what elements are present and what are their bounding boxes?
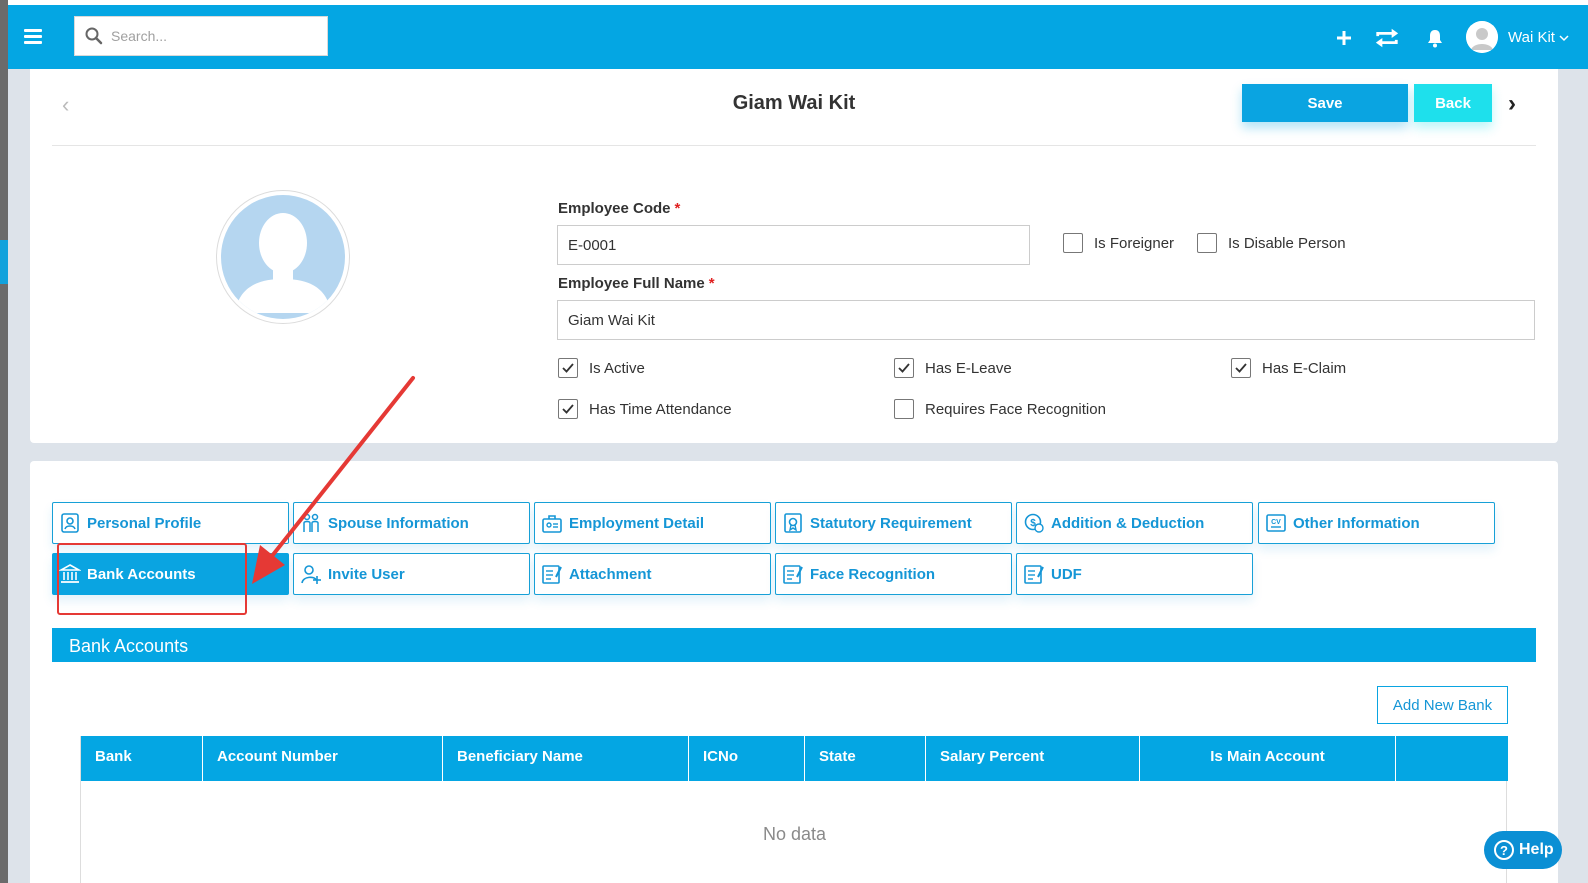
coin-icon: $	[1023, 512, 1045, 534]
document-icon	[782, 563, 804, 585]
search-input[interactable]	[111, 28, 311, 44]
search-box[interactable]	[74, 16, 328, 56]
top-bar: Wai Kit	[8, 5, 1588, 69]
header-divider	[52, 145, 1536, 146]
employee-photo[interactable]	[216, 190, 350, 324]
is-active-checkbox[interactable]: Is Active	[558, 358, 645, 378]
check-icon	[898, 363, 910, 373]
cv-icon: CV	[1265, 512, 1287, 534]
has-time-attendance-checkbox[interactable]: Has Time Attendance	[558, 399, 732, 419]
bank-accounts-table: Bank Account Number Beneficiary Name ICN…	[80, 736, 1508, 883]
tab-spouse-information[interactable]: Spouse Information	[293, 502, 530, 544]
search-icon	[85, 27, 103, 45]
back-button[interactable]: Back	[1414, 84, 1492, 122]
tab-employment-detail[interactable]: Employment Detail	[534, 502, 771, 544]
tab-invite-user[interactable]: Invite User	[293, 553, 530, 595]
tab-addition-deduction[interactable]: $ Addition & Deduction	[1016, 502, 1253, 544]
employee-name-field[interactable]	[557, 300, 1535, 340]
column-header-salary-percent[interactable]: Salary Percent	[926, 736, 1140, 781]
checkbox-box[interactable]	[1197, 233, 1217, 253]
checkbox-box[interactable]	[894, 399, 914, 419]
column-header-account-number[interactable]: Account Number	[203, 736, 443, 781]
tab-other-information[interactable]: CV Other Information	[1258, 502, 1495, 544]
column-header-is-main-account[interactable]: Is Main Account	[1140, 736, 1396, 781]
table-header: Bank Account Number Beneficiary Name ICN…	[81, 736, 1508, 781]
tab-personal-profile[interactable]: Personal Profile	[52, 502, 289, 544]
left-edge-strip	[0, 0, 8, 883]
has-e-claim-checkbox[interactable]: Has E-Claim	[1231, 358, 1346, 378]
employee-name-label: Employee Full Name *	[558, 275, 715, 292]
empty-table-message: No data	[762, 824, 827, 844]
help-label: Help	[1519, 841, 1554, 858]
check-icon	[562, 404, 574, 414]
certificate-icon	[782, 512, 804, 534]
checkbox-box[interactable]	[1063, 233, 1083, 253]
checkbox-box[interactable]	[558, 399, 578, 419]
sync-icon[interactable]	[1374, 25, 1400, 51]
column-header-beneficiary-name[interactable]: Beneficiary Name	[443, 736, 689, 781]
menu-icon[interactable]	[24, 29, 42, 45]
tab-udf[interactable]: UDF	[1016, 553, 1253, 595]
save-button[interactable]: Save	[1242, 84, 1408, 122]
tab-attachment[interactable]: Attachment	[534, 553, 771, 595]
check-icon	[1235, 363, 1247, 373]
check-icon	[562, 363, 574, 373]
is-disable-person-checkbox[interactable]: Is Disable Person	[1197, 233, 1346, 253]
checkbox-box[interactable]	[558, 358, 578, 378]
user-menu[interactable]: Wai Kit	[1508, 29, 1569, 46]
tab-face-recognition[interactable]: Face Recognition	[775, 553, 1012, 595]
required-mark: *	[708, 275, 715, 292]
has-e-leave-checkbox[interactable]: Has E-Leave	[894, 358, 1012, 378]
tab-bank-accounts[interactable]: Bank Accounts	[52, 553, 289, 595]
tab-statutory-requirement[interactable]: Statutory Requirement	[775, 502, 1012, 544]
employee-code-label: Employee Code *	[558, 200, 681, 217]
left-edge-accent	[0, 240, 8, 284]
checkbox-box[interactable]	[1231, 358, 1251, 378]
document-icon	[1023, 563, 1045, 585]
next-record-icon[interactable]: ›	[1508, 90, 1516, 118]
column-header-state[interactable]: State	[805, 736, 926, 781]
bank-icon	[59, 563, 81, 585]
plus-icon[interactable]	[1331, 25, 1357, 51]
profile-icon	[59, 512, 81, 534]
employee-code-field[interactable]	[557, 225, 1030, 265]
required-mark: *	[674, 200, 681, 217]
chevron-down-icon	[1559, 35, 1569, 42]
help-button[interactable]: ? Help	[1484, 831, 1562, 869]
document-icon	[541, 563, 563, 585]
column-header-icno[interactable]: ICNo	[689, 736, 805, 781]
is-foreigner-checkbox[interactable]: Is Foreigner	[1063, 233, 1174, 253]
person-placeholder-icon	[235, 213, 331, 313]
family-icon	[300, 512, 322, 534]
user-name: Wai Kit	[1508, 29, 1555, 46]
column-header-actions	[1396, 736, 1508, 781]
requires-face-recognition-checkbox[interactable]: Requires Face Recognition	[894, 399, 1106, 419]
checkbox-box[interactable]	[894, 358, 914, 378]
question-icon: ?	[1494, 840, 1514, 860]
user-avatar[interactable]	[1466, 21, 1498, 53]
briefcase-icon	[541, 512, 563, 534]
svg-text:CV: CV	[1271, 519, 1281, 526]
bank-accounts-section-header: Bank Accounts	[52, 628, 1536, 662]
bell-icon[interactable]	[1422, 25, 1448, 51]
column-header-bank[interactable]: Bank	[81, 736, 203, 781]
add-new-bank-button[interactable]: Add New Bank	[1377, 686, 1508, 724]
add-user-icon	[300, 563, 322, 585]
